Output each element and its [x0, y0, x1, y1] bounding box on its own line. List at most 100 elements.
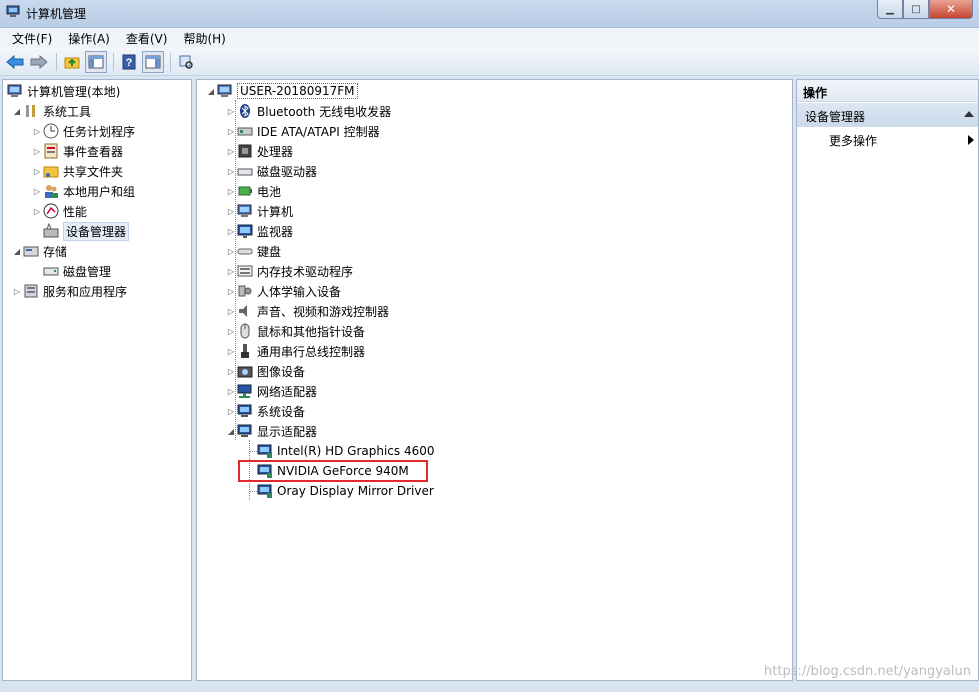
- tree-storage[interactable]: ◢ 存储: [11, 241, 67, 261]
- minimize-icon: ▁: [886, 3, 894, 15]
- window-title: 计算机管理: [26, 7, 87, 21]
- expand-arrow-icon[interactable]: ▷: [225, 407, 237, 416]
- tree-device-manager[interactable]: 设备管理器: [43, 221, 130, 241]
- device-tree-root-label: USER-20180917FM: [237, 83, 358, 99]
- device-category[interactable]: ▷ 网络适配器: [225, 381, 317, 401]
- menu-view[interactable]: 查看(V): [118, 30, 176, 47]
- device-category[interactable]: ▷ IDE ATA/ATAPI 控制器: [225, 121, 380, 141]
- memory-driver-icon: [237, 263, 253, 279]
- expand-arrow-icon[interactable]: ▷: [31, 187, 43, 196]
- forward-button[interactable]: [28, 51, 50, 73]
- expand-arrow-icon[interactable]: ▷: [225, 267, 237, 276]
- device-category[interactable]: ▷ 图像设备: [225, 361, 305, 381]
- device-category[interactable]: ▷ 处理器: [225, 141, 293, 161]
- expand-arrow-icon[interactable]: ▷: [225, 327, 237, 336]
- device-category[interactable]: ▷ 磁盘驱动器: [225, 161, 317, 181]
- expand-arrow-icon[interactable]: ▷: [225, 367, 237, 376]
- expand-arrow-icon[interactable]: ▷: [225, 307, 237, 316]
- forward-arrow-icon: [30, 54, 48, 69]
- tree-disk-management[interactable]: 磁盘管理: [43, 261, 111, 281]
- device-category-label: 声音、视频和游戏控制器: [257, 304, 390, 319]
- minimize-button[interactable]: ▁: [877, 0, 903, 19]
- expand-arrow-icon[interactable]: ▷: [225, 147, 237, 156]
- device-category-label: 通用串行总线控制器: [257, 344, 366, 359]
- expand-arrow-icon[interactable]: ▷: [225, 387, 237, 396]
- display-adapter-intel[interactable]: Intel(R) HD Graphics 4600: [257, 441, 435, 461]
- actions-section-label: 设备管理器: [805, 110, 866, 124]
- expand-arrow-icon[interactable]: ▷: [225, 167, 237, 176]
- menu-action[interactable]: 操作(A): [60, 30, 118, 47]
- network-adapter-icon: [237, 383, 253, 399]
- device-tree-root[interactable]: ◢ USER-20180917FM: [205, 81, 358, 101]
- help-icon: ?: [122, 54, 136, 69]
- up-folder-icon: [64, 57, 80, 68]
- device-category[interactable]: ▷ 电池: [225, 181, 281, 201]
- device-category[interactable]: ▷ 键盘: [225, 241, 281, 261]
- expand-arrow-icon[interactable]: ▷: [31, 127, 43, 136]
- device-category-label: 人体学输入设备: [257, 284, 342, 299]
- menu-file[interactable]: 文件(F): [4, 30, 60, 47]
- tree-shared-folders[interactable]: ▷ 共享文件夹: [31, 161, 123, 181]
- display-adapter-oray[interactable]: Oray Display Mirror Driver: [257, 481, 434, 501]
- expand-arrow-icon[interactable]: ▷: [225, 207, 237, 216]
- device-category[interactable]: ▷ 系统设备: [225, 401, 305, 421]
- device-category[interactable]: ▷ Bluetooth 无线电收发器: [225, 101, 391, 121]
- properties-button[interactable]: [175, 51, 197, 73]
- toolbar-separator: [170, 52, 171, 71]
- maximize-icon: □: [911, 3, 921, 15]
- expand-arrow-icon[interactable]: ▷: [31, 207, 43, 216]
- device-category-display-adapters[interactable]: ◢ 显示适配器: [225, 421, 317, 441]
- expand-arrow-icon[interactable]: ▷: [31, 147, 43, 156]
- tree-performance[interactable]: ▷ 性能: [31, 201, 87, 221]
- tree-root[interactable]: 计算机管理(本地): [7, 81, 120, 101]
- menu-help[interactable]: 帮助(H): [175, 30, 233, 47]
- tree-services-apps[interactable]: ▷ 服务和应用程序: [11, 281, 127, 301]
- properties-icon: [179, 55, 193, 69]
- clock-icon: [43, 123, 59, 139]
- expand-arrow-icon[interactable]: ▷: [225, 247, 237, 256]
- device-category[interactable]: ▷ 通用串行总线控制器: [225, 341, 365, 361]
- up-folder-button[interactable]: [61, 51, 83, 73]
- display-adapter-icon: [257, 483, 273, 499]
- display-adapter-icon: [237, 423, 253, 439]
- device-category[interactable]: ▷ 计算机: [225, 201, 293, 221]
- device-category[interactable]: ▷ 监视器: [225, 221, 293, 241]
- actions-section-device-manager[interactable]: 设备管理器: [797, 103, 978, 127]
- tree-local-users[interactable]: ▷ 本地用户和组: [31, 181, 135, 201]
- tree-item-label: 事件查看器: [63, 144, 124, 159]
- expand-arrow-icon[interactable]: ▷: [225, 347, 237, 356]
- svg-text:?: ?: [126, 57, 133, 69]
- device-category-label: 电池: [257, 184, 282, 199]
- maximize-button[interactable]: □: [903, 0, 929, 19]
- action-pane-button[interactable]: [142, 50, 164, 73]
- tree-root-label: 计算机管理(本地): [27, 84, 121, 99]
- tree-event-viewer[interactable]: ▷ 事件查看器: [31, 141, 123, 161]
- device-category-label: Bluetooth 无线电收发器: [257, 104, 392, 119]
- device-category[interactable]: ▷ 内存技术驱动程序: [225, 261, 353, 281]
- collapse-caret-icon[interactable]: [964, 111, 974, 117]
- device-category[interactable]: ▷ 鼠标和其他指针设备: [225, 321, 365, 341]
- expand-arrow-icon[interactable]: ▷: [225, 187, 237, 196]
- more-actions-item[interactable]: 更多操作: [829, 132, 877, 149]
- help-button[interactable]: ?: [118, 51, 140, 73]
- action-pane-icon: [145, 55, 161, 68]
- expand-arrow-icon[interactable]: ▷: [225, 227, 237, 236]
- expand-arrow-icon[interactable]: ▷: [11, 287, 23, 296]
- expand-arrow-icon[interactable]: ▷: [31, 167, 43, 176]
- expand-arrow-icon[interactable]: ▷: [225, 287, 237, 296]
- performance-icon: [43, 203, 59, 219]
- close-button[interactable]: ✕: [929, 0, 973, 19]
- back-button[interactable]: [4, 51, 26, 73]
- collapse-arrow-icon[interactable]: ◢: [225, 427, 237, 436]
- tree-system-tools[interactable]: ◢ 系统工具: [11, 101, 91, 121]
- bluetooth-icon: [237, 103, 253, 119]
- collapse-arrow-icon[interactable]: ◢: [11, 107, 23, 116]
- tree-task-scheduler[interactable]: ▷ 任务计划程序: [31, 121, 135, 141]
- collapse-arrow-icon[interactable]: ◢: [11, 247, 23, 256]
- collapse-arrow-icon[interactable]: ◢: [205, 87, 217, 96]
- device-category[interactable]: ▷ 人体学输入设备: [225, 281, 341, 301]
- expand-arrow-icon[interactable]: ▷: [225, 127, 237, 136]
- show-hide-tree-button[interactable]: [85, 50, 107, 73]
- expand-arrow-icon[interactable]: ▷: [225, 107, 237, 116]
- device-category[interactable]: ▷ 声音、视频和游戏控制器: [225, 301, 389, 321]
